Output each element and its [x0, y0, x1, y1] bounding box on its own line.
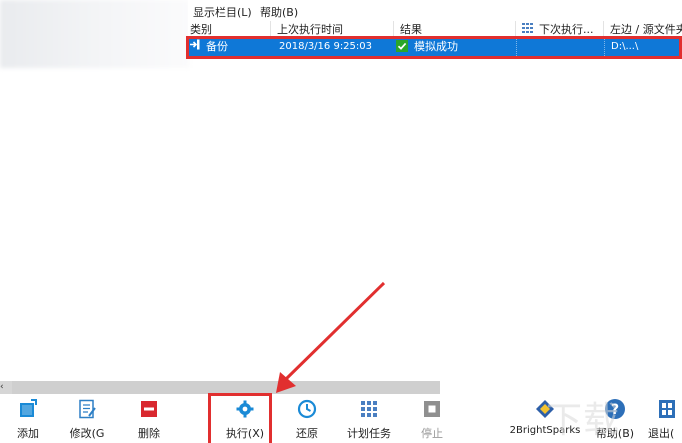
schedule-button[interactable]: 计划任务 [341, 398, 397, 441]
blurred-sidebar [0, 0, 190, 68]
restore-button[interactable]: 还原 [287, 398, 327, 441]
delete-label: 删除 [138, 427, 160, 440]
annotation-run-highlight [208, 393, 272, 443]
stop-icon [421, 398, 443, 420]
watermark: 下载 [546, 400, 621, 441]
menu-columns[interactable]: 显示栏目(L) [193, 4, 252, 20]
schedule-label: 计划任务 [347, 427, 391, 440]
exit-icon [656, 398, 678, 420]
menu-help[interactable]: 帮助(B) [260, 4, 298, 20]
restore-label: 还原 [296, 427, 318, 440]
delete-button[interactable]: 删除 [129, 398, 169, 441]
exit-button[interactable]: 退出( [648, 398, 682, 441]
add-button[interactable]: 添加 [8, 398, 48, 441]
modify-icon [76, 398, 98, 420]
menu-bar: 显示栏目(L) 帮助(B) [188, 0, 682, 21]
modify-button[interactable]: 修改(G [64, 398, 110, 441]
add-label: 添加 [17, 427, 39, 440]
delete-icon [138, 398, 160, 420]
modify-label: 修改(G [69, 427, 105, 440]
scroll-left-icon[interactable]: ‹ [0, 381, 9, 394]
exit-label: 退出( [648, 427, 675, 440]
column-header-next-run-label: 下次执行... [539, 23, 594, 36]
annotation-row-highlight [186, 36, 682, 59]
clock-icon [296, 398, 318, 420]
stop-label: 停止 [421, 427, 443, 440]
grid-calendar-icon [358, 398, 380, 420]
stop-button[interactable]: 停止 [414, 398, 450, 441]
add-icon [17, 398, 39, 420]
